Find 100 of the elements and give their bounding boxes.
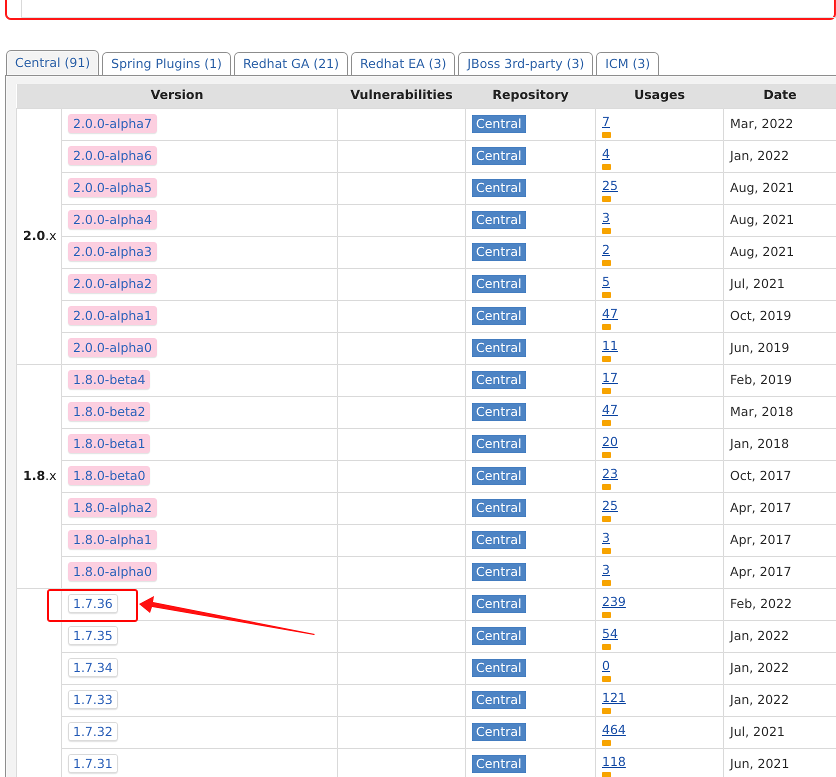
repository-tab[interactable]: Redhat GA (21) (234, 52, 348, 75)
usages-link[interactable]: 3 (602, 210, 610, 224)
usages-link[interactable]: 23 (602, 466, 618, 480)
repository-label: Central (472, 690, 526, 709)
usages-link[interactable]: 17 (602, 370, 618, 384)
usage-bar-icon (602, 164, 612, 170)
repository-label: Central (472, 658, 526, 677)
version-link[interactable]: 2.0.0-alpha2 (68, 274, 157, 294)
usage-bar-icon (602, 612, 612, 618)
usage-bar-icon (602, 356, 612, 362)
column-header: Vulnerabilities (338, 84, 466, 108)
date-text: Aug, 2021 (730, 244, 794, 259)
repository-tab[interactable]: Central (91) (6, 50, 100, 75)
usages-link[interactable]: 20 (602, 434, 618, 448)
usages-link[interactable]: 4 (602, 146, 610, 160)
usage-bar-icon (602, 260, 612, 266)
usages-link[interactable]: 47 (602, 402, 618, 416)
version-link[interactable]: 1.8.0-alpha2 (68, 498, 157, 518)
usages-link[interactable]: 121 (602, 690, 626, 704)
usages-link[interactable]: 0 (602, 658, 610, 672)
usages-link[interactable]: 5 (602, 274, 610, 288)
version-link[interactable]: 1.8.0-beta2 (68, 402, 150, 422)
usages-link[interactable]: 239 (602, 594, 626, 608)
version-link[interactable]: 1.7.33 (68, 690, 118, 710)
repository-label: Central (472, 306, 526, 325)
date-text: Jan, 2022 (730, 660, 790, 675)
date-text: Aug, 2021 (730, 180, 794, 195)
repository-label: Central (472, 274, 526, 293)
usage-bar-icon (602, 324, 612, 330)
usages-link[interactable]: 118 (602, 754, 626, 768)
version-link[interactable]: 1.8.0-alpha0 (68, 562, 157, 582)
version-link[interactable]: 1.7.35 (68, 626, 118, 646)
column-header: Usages (596, 84, 724, 108)
version-group-label: 2.0.x (16, 108, 62, 364)
column-header: Date (724, 84, 836, 108)
column-header: Repository (466, 84, 596, 108)
version-link[interactable]: 2.0.0-alpha1 (68, 306, 157, 326)
usages-link[interactable]: 3 (602, 562, 610, 576)
repository-label: Central (472, 626, 526, 645)
repository-label: Central (472, 338, 526, 357)
version-link[interactable]: 2.0.0-alpha5 (68, 178, 157, 198)
usages-link[interactable]: 47 (602, 306, 618, 320)
repository-label: Central (472, 114, 526, 133)
column-header: Version (16, 84, 338, 108)
usage-bar-icon (602, 740, 612, 746)
date-text: Oct, 2017 (730, 468, 792, 483)
version-link[interactable]: 2.0.0-alpha7 (68, 114, 157, 134)
usage-bar-icon (602, 548, 612, 554)
date-text: Oct, 2019 (730, 308, 792, 323)
usage-bar-icon (602, 292, 612, 298)
usage-bar-icon (602, 644, 612, 650)
date-text: Feb, 2019 (730, 372, 792, 387)
repository-tab[interactable]: Spring Plugins (1) (102, 52, 231, 75)
date-text: Jul, 2021 (730, 276, 785, 291)
version-link[interactable]: 1.8.0-beta1 (68, 434, 150, 454)
date-text: Aug, 2021 (730, 212, 794, 227)
repository-label: Central (472, 498, 526, 517)
repository-label: Central (472, 242, 526, 261)
usage-bar-icon (602, 388, 612, 394)
usages-link[interactable]: 464 (602, 722, 626, 736)
version-group-label: 1.8.x (16, 364, 62, 588)
date-text: Jan, 2022 (730, 148, 790, 163)
usages-link[interactable]: 2 (602, 242, 610, 256)
date-text: Jan, 2018 (730, 436, 790, 451)
version-link[interactable]: 1.7.32 (68, 722, 118, 742)
repository-label: Central (472, 722, 526, 741)
repository-label: Central (472, 146, 526, 165)
repository-label: Central (472, 466, 526, 485)
date-text: Jun, 2019 (730, 340, 790, 355)
repository-tab[interactable]: ICM (3) (596, 52, 660, 75)
usage-bar-icon (602, 452, 612, 458)
usages-link[interactable]: 54 (602, 626, 618, 640)
repository-label: Central (472, 594, 526, 613)
usage-bar-icon (602, 484, 612, 490)
date-text: Feb, 2022 (730, 596, 792, 611)
date-text: Jun, 2021 (730, 756, 790, 771)
usages-link[interactable]: 7 (602, 114, 610, 128)
usages-link[interactable]: 25 (602, 178, 618, 192)
date-text: Mar, 2022 (730, 116, 794, 131)
usages-link[interactable]: 3 (602, 530, 610, 544)
repository-label: Central (472, 562, 526, 581)
version-link[interactable]: 1.8.0-beta0 (68, 466, 150, 486)
usages-link[interactable]: 25 (602, 498, 618, 512)
usage-bar-icon (602, 132, 612, 138)
repository-tab[interactable]: Redhat EA (3) (351, 52, 456, 75)
version-link[interactable]: 2.0.0-alpha4 (68, 210, 157, 230)
version-link[interactable]: 2.0.0-alpha0 (68, 338, 157, 358)
usage-bar-icon (602, 196, 612, 202)
version-link[interactable]: 1.8.0-alpha1 (68, 530, 157, 550)
usage-bar-icon (602, 772, 612, 777)
repository-label: Central (472, 434, 526, 453)
repository-tab[interactable]: JBoss 3rd-party (3) (458, 52, 594, 75)
version-link[interactable]: 2.0.0-alpha3 (68, 242, 157, 262)
version-link[interactable]: 2.0.0-alpha6 (68, 146, 157, 166)
version-link[interactable]: 1.7.36 (68, 594, 118, 614)
version-link[interactable]: 1.8.0-beta4 (68, 370, 150, 390)
usages-link[interactable]: 11 (602, 338, 618, 352)
version-link[interactable]: 1.7.34 (68, 658, 118, 678)
version-link[interactable]: 1.7.31 (68, 754, 118, 774)
date-text: Jan, 2022 (730, 628, 790, 643)
